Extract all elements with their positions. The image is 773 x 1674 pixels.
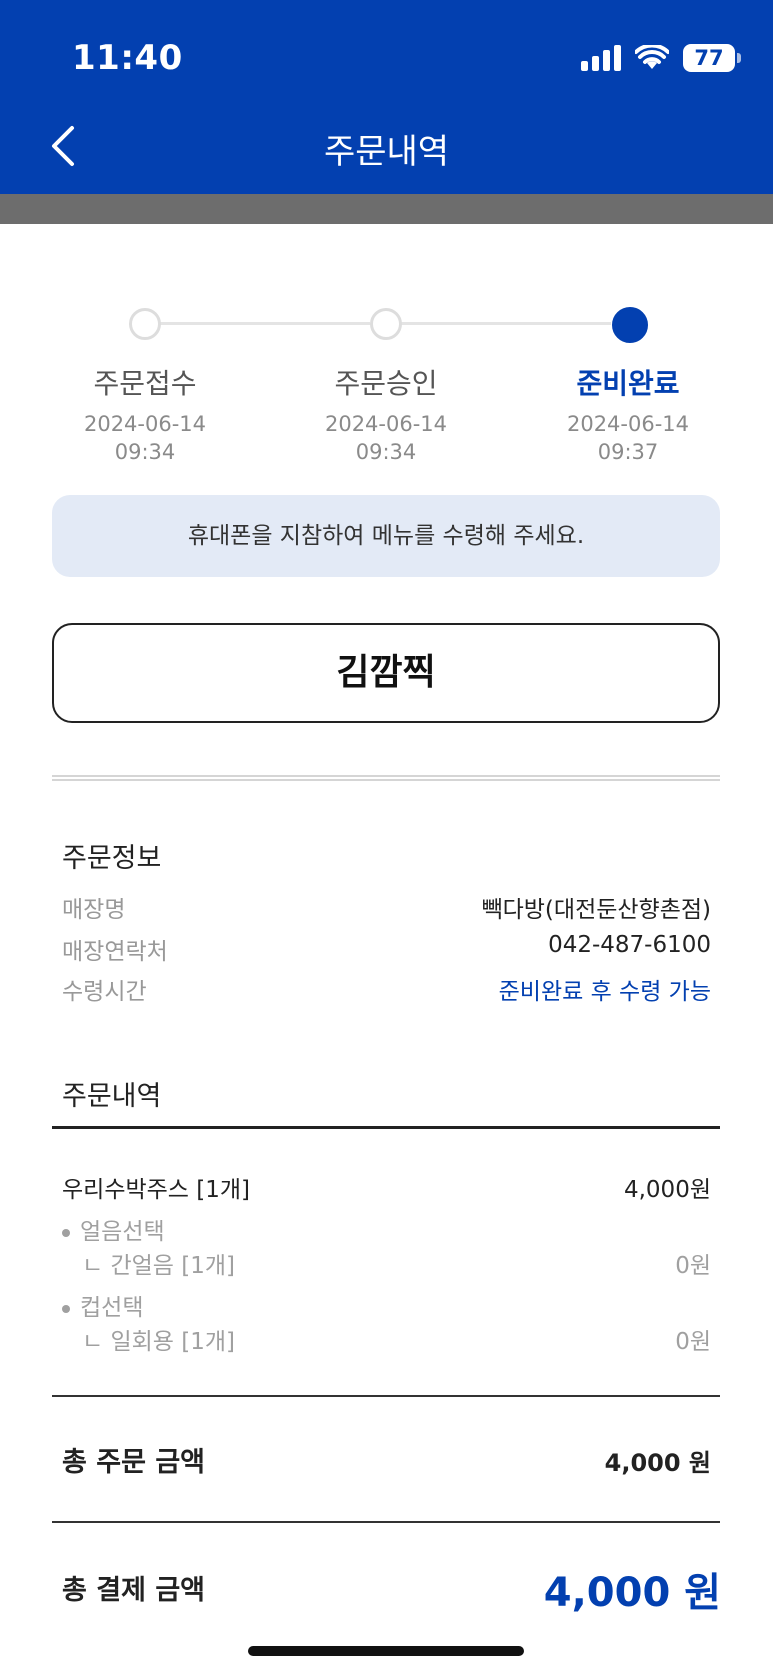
total-order-value: 4,000 원	[604, 1449, 711, 1477]
step-clock: 09:34	[355, 440, 417, 464]
order-details-rule	[52, 1126, 720, 1129]
step-dot-received	[129, 308, 161, 340]
battery-icon: 77	[683, 44, 741, 72]
section-divider	[52, 775, 720, 781]
option-group-cup: 컵선택	[62, 1288, 143, 1322]
cellular-signal-icon	[581, 45, 621, 71]
items-bottom-rule	[52, 1395, 720, 1397]
step-date: 2024-06-14	[83, 412, 207, 436]
step-dot-approved	[370, 308, 402, 340]
step-connector	[401, 322, 611, 325]
status-time: 11:40	[72, 38, 183, 78]
step-time-approved: 2024-06-14 09:34	[266, 410, 506, 466]
bullet-icon	[62, 1228, 70, 1237]
step-dot-ready	[612, 307, 648, 343]
option-price-cup: 0원	[675, 1329, 711, 1355]
wifi-icon	[635, 45, 669, 69]
app-header: 11:40 77 주문내역	[0, 0, 773, 194]
step-clock: 09:34	[114, 440, 176, 464]
menu-item-price: 4,000원	[623, 1177, 711, 1203]
total-order-label: 총 주문 금액	[62, 1447, 205, 1478]
order-info-title: 주문정보	[62, 843, 162, 874]
step-label-received: 주문접수	[93, 367, 197, 400]
store-name-value: 빽다방(대전둔산향촌점)	[481, 897, 711, 923]
step-date: 2024-06-14	[324, 412, 448, 436]
pickup-time-value: 준비완료 후 수령 가능	[498, 979, 711, 1005]
step-label-approved: 주문승인	[334, 367, 438, 400]
total-payment-value: 4,000 원	[543, 1570, 721, 1616]
customer-name-box: 김깜찍	[52, 623, 720, 723]
home-indicator[interactable]	[248, 1646, 524, 1656]
store-phone-label: 매장연락처	[62, 939, 168, 965]
totals-rule	[52, 1521, 720, 1523]
store-phone-value[interactable]: 042-487-6100	[548, 932, 711, 958]
total-payment-label: 총 결제 금액	[62, 1575, 205, 1606]
option-group-label: 얼음선택	[80, 1219, 165, 1245]
option-choice-ice: ㄴ 간얼음 [1개]	[82, 1253, 236, 1279]
option-group-ice: 얼음선택	[62, 1212, 165, 1246]
step-time-ready: 2024-06-14 09:37	[508, 410, 748, 466]
step-label-ready: 준비완료	[576, 367, 680, 400]
status-icons: 77	[581, 44, 741, 72]
option-choice-cup: ㄴ 일회용 [1개]	[82, 1329, 236, 1355]
step-time-received: 2024-06-14 09:34	[25, 410, 265, 466]
step-date: 2024-06-14	[566, 412, 690, 436]
bullet-icon	[62, 1304, 70, 1313]
pickup-notice: 휴대폰을 지참하여 메뉴를 수령해 주세요.	[52, 495, 720, 577]
menu-item-name: 우리수박주스 [1개]	[62, 1177, 251, 1203]
page-title: 주문내역	[323, 132, 450, 172]
pickup-time-label: 수령시간	[62, 979, 147, 1005]
store-name-label: 매장명	[62, 897, 126, 923]
order-details-title: 주문내역	[62, 1081, 162, 1112]
step-connector	[160, 322, 370, 325]
option-group-label: 컵선택	[80, 1295, 144, 1321]
step-clock: 09:37	[597, 440, 659, 464]
option-price-ice: 0원	[675, 1253, 711, 1279]
receipt-scallop-edge	[0, 218, 773, 230]
